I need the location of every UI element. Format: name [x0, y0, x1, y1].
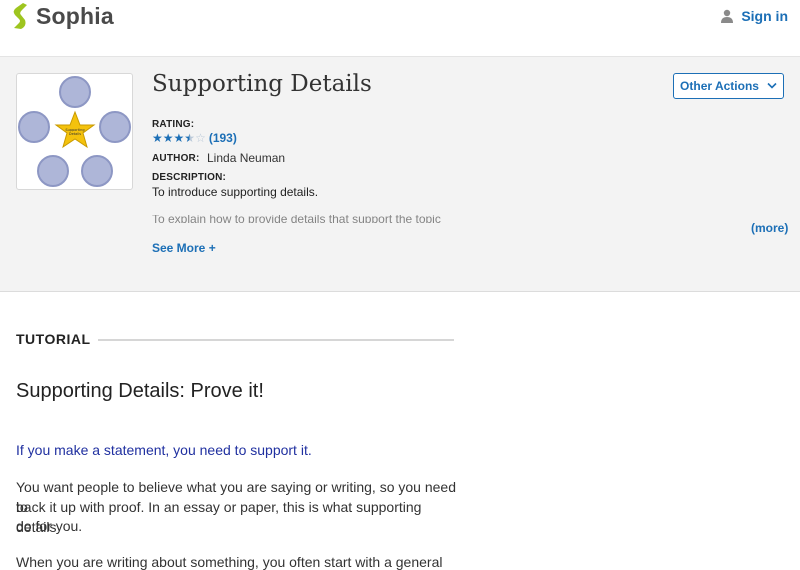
- svg-text:Details: Details: [69, 132, 81, 136]
- star-full-icon: ★: [162, 131, 174, 145]
- rating-stars: ★ ★ ★ ★ ☆ (193): [152, 131, 237, 145]
- tutorial-summary-panel: Supporting Details Supporting Details Ot…: [0, 57, 800, 292]
- tutorial-thumbnail[interactable]: Supporting Details: [16, 73, 133, 190]
- star-full-icon: ★: [152, 131, 163, 145]
- description-truncated: To explain how to provide details that s…: [152, 215, 472, 223]
- intro-text: If you make a statement, you need to sup…: [16, 442, 312, 458]
- rating-count-link[interactable]: (193): [209, 131, 237, 145]
- other-actions-label: Other Actions: [680, 79, 759, 93]
- top-navigation-bar: Sophia Sign in: [0, 0, 800, 57]
- rating-label: RATING:: [152, 119, 195, 130]
- sign-in-link[interactable]: Sign in: [720, 8, 788, 24]
- user-icon: [721, 9, 734, 23]
- supporting-details-diagram: Supporting Details: [18, 76, 131, 187]
- sophia-logo-icon: [13, 3, 27, 29]
- section-label-tutorial: TUTORIAL: [16, 331, 91, 347]
- description-text: To introduce supporting details.: [152, 185, 319, 199]
- star-half-icon: ★: [184, 131, 196, 145]
- tutorial-heading: Supporting Details: Prove it!: [16, 380, 264, 402]
- section-divider: [98, 339, 454, 341]
- description-truncated-text: To explain how to provide details that s…: [152, 215, 441, 223]
- paragraph-1-line-3: do for you.: [16, 518, 83, 534]
- star-full-icon: ★: [173, 131, 185, 145]
- author-name: Linda Neuman: [207, 151, 286, 165]
- chevron-down-icon: [767, 82, 777, 89]
- sophia-logo[interactable]: Sophia: [10, 2, 114, 30]
- other-actions-button[interactable]: Other Actions: [673, 73, 784, 99]
- see-more-link[interactable]: See More +: [152, 241, 216, 255]
- author-label: AUTHOR:: [152, 153, 200, 164]
- description-label: DESCRIPTION:: [152, 172, 227, 183]
- more-link[interactable]: (more): [751, 221, 788, 235]
- paragraph-2-line-1: When you are writing about something, yo…: [16, 554, 443, 570]
- star-empty-icon: ☆: [195, 131, 206, 145]
- page-title: Supporting Details: [152, 71, 372, 97]
- sign-in-label: Sign in: [741, 8, 788, 24]
- logo-text: Sophia: [36, 2, 114, 29]
